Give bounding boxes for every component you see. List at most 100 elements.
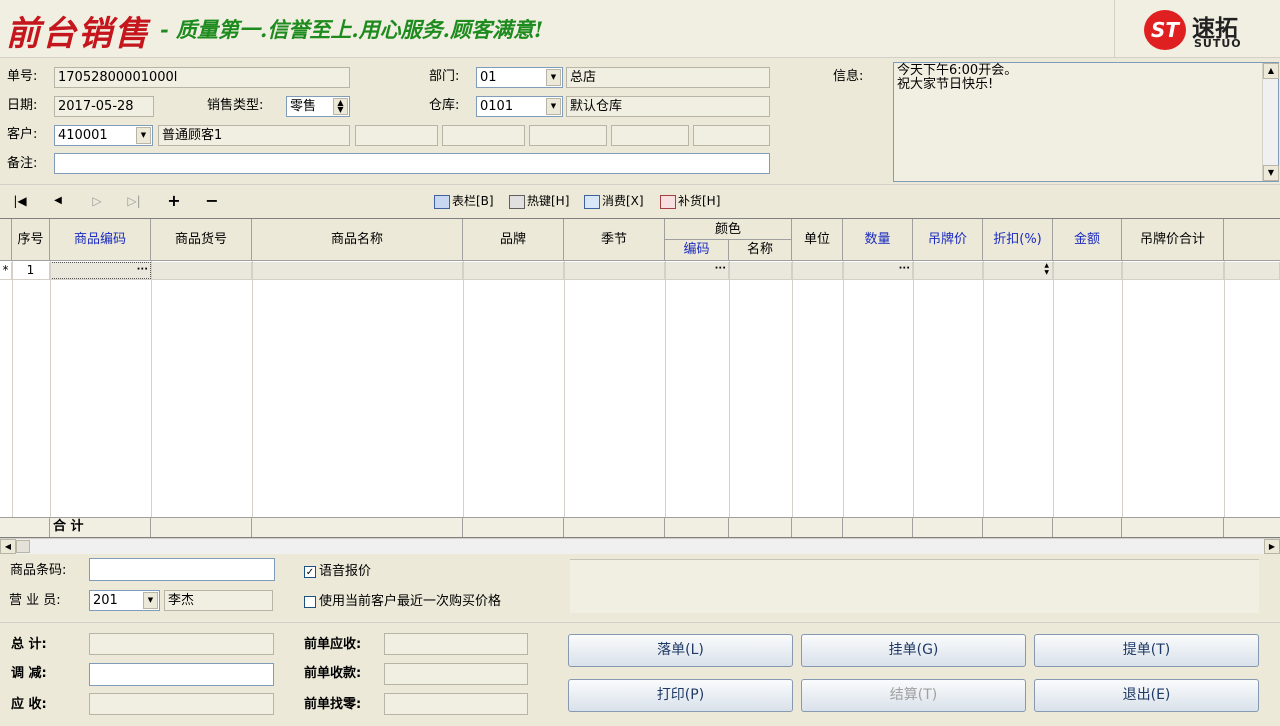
col-brand[interactable]: 品牌	[463, 219, 564, 261]
note-input[interactable]	[54, 153, 770, 174]
dept-combo[interactable]: 01 ▼	[476, 67, 563, 88]
prev-paid-field	[384, 663, 528, 685]
customer-extra-field	[355, 125, 438, 146]
last-price-checkbox[interactable]	[304, 596, 316, 608]
settle-button[interactable]: 结算(T)	[801, 679, 1026, 712]
scroll-up-icon[interactable]: ▲	[1263, 63, 1279, 79]
date-field[interactable]: 2017-05-28	[54, 96, 154, 117]
col-name[interactable]: 商品名称	[252, 219, 463, 261]
col-sku[interactable]: 商品货号	[151, 219, 252, 261]
col-unit[interactable]: 单位	[792, 219, 843, 261]
col-tag-total[interactable]: 吊牌价合计	[1122, 219, 1224, 261]
col-season[interactable]: 季节	[564, 219, 665, 261]
hold-order-button[interactable]: 挂单(G)	[801, 634, 1026, 667]
cell-amount[interactable]	[1053, 262, 1122, 279]
col-color-code[interactable]: 编码	[665, 240, 729, 261]
row-seq: 1	[12, 262, 50, 279]
grid-line	[665, 261, 666, 517]
total-label: 总 计:	[11, 637, 47, 652]
customer-label: 客户:	[7, 127, 38, 142]
customer-extra-field	[611, 125, 689, 146]
cell-color-name[interactable]	[729, 262, 792, 279]
col-color[interactable]: 颜色	[665, 219, 792, 240]
dropdown-arrow-icon[interactable]: ▼	[546, 98, 561, 115]
dropdown-arrow-icon[interactable]: ▼	[546, 69, 561, 86]
note-label: 备注:	[7, 156, 38, 171]
salesperson-label: 营 业 员:	[9, 593, 61, 608]
scroll-right-icon[interactable]: ▶	[1264, 539, 1280, 554]
cell-tag-price[interactable]	[913, 262, 983, 279]
grid-line	[1053, 261, 1054, 517]
info-scrollbar[interactable]: ▲ ▼	[1262, 63, 1279, 181]
add-row-icon[interactable]: +	[166, 193, 182, 209]
ellipsis-icon[interactable]: ···	[715, 262, 726, 277]
col-seq[interactable]: 序号	[12, 219, 50, 261]
cell-season[interactable]	[564, 262, 665, 279]
customer-extra-field	[529, 125, 607, 146]
prev-paid-label: 前单收款:	[304, 666, 362, 681]
col-amount[interactable]: 金额	[1053, 219, 1122, 261]
info-textarea[interactable]: 今天下午6:00开会。 祝大家节日快乐!	[893, 62, 1279, 182]
scroll-left-icon[interactable]: ◀	[0, 539, 16, 554]
dropdown-arrow-icon[interactable]: ▼	[136, 127, 151, 144]
cell-code-active[interactable]: ···	[50, 262, 151, 279]
first-record-icon[interactable]: |◀	[12, 193, 28, 209]
table-row[interactable]: * 1 ··· ··· ··· ▲ ▼	[0, 262, 1280, 280]
grid-line	[1122, 261, 1123, 517]
next-record-icon[interactable]: ▷	[89, 193, 105, 209]
dropdown-arrow-icon[interactable]: ▼	[143, 592, 158, 609]
scroll-thumb[interactable]	[16, 540, 30, 553]
total-cell	[564, 518, 665, 537]
grid-hscrollbar[interactable]: ◀ ▶	[0, 538, 1280, 554]
warehouse-name-field: 默认仓库	[566, 96, 770, 117]
order-no-field[interactable]: 17052800001000l	[54, 67, 350, 88]
customer-combo[interactable]: 410001 ▼	[54, 125, 153, 146]
receivable-field	[89, 693, 274, 715]
cell-brand[interactable]	[463, 262, 564, 279]
hotkey-button[interactable]: 热键[H]	[509, 192, 569, 210]
retrieve-order-button[interactable]: 提单(T)	[1034, 634, 1259, 667]
ellipsis-icon[interactable]: ···	[137, 263, 148, 278]
dept-label: 部门:	[429, 69, 460, 84]
cell-discount[interactable]: ▲ ▼	[983, 262, 1053, 279]
col-code[interactable]: 商品编码	[50, 219, 151, 261]
delete-row-icon[interactable]: −	[204, 193, 220, 209]
voice-checkbox[interactable]: ✓	[304, 566, 316, 578]
consume-button[interactable]: 消费[X]	[584, 192, 644, 210]
cell-color-code[interactable]: ···	[665, 262, 729, 279]
product-grid[interactable]: 序号 商品编码 商品货号 商品名称 品牌 季节 颜色 编码 名称 单位 数量 吊…	[0, 218, 1280, 538]
cell-name[interactable]	[252, 262, 463, 279]
col-tag-price[interactable]: 吊牌价	[913, 219, 983, 261]
cell-qty[interactable]: ···	[843, 262, 913, 279]
cell-sku[interactable]	[151, 262, 252, 279]
scroll-down-icon[interactable]: ▼	[1263, 165, 1279, 181]
divider	[0, 184, 1280, 185]
sale-type-select[interactable]: 零售 ▲ ▼	[286, 96, 350, 117]
col-discount[interactable]: 折扣(%)	[983, 219, 1053, 261]
cell-unit[interactable]	[792, 262, 843, 279]
print-button[interactable]: 打印(P)	[568, 679, 793, 712]
exit-button[interactable]: 退出(E)	[1034, 679, 1259, 712]
barcode-input[interactable]	[89, 558, 275, 581]
grid-line	[252, 261, 253, 517]
columns-button[interactable]: 表栏[B]	[434, 192, 494, 210]
col-color-name[interactable]: 名称	[729, 240, 792, 261]
drop-order-button[interactable]: 落单(L)	[568, 634, 793, 667]
salesperson-combo[interactable]: 201 ▼	[89, 590, 160, 611]
prev-change-field	[384, 693, 528, 715]
last-record-icon[interactable]: ▷|	[126, 193, 142, 209]
spinner-icon[interactable]: ▲ ▼	[1044, 262, 1049, 276]
ellipsis-icon[interactable]: ···	[899, 262, 910, 277]
warehouse-combo[interactable]: 0101 ▼	[476, 96, 563, 117]
prev-record-icon[interactable]: ◀	[50, 193, 66, 209]
spinner-icon[interactable]: ▲ ▼	[333, 98, 348, 115]
restock-button[interactable]: 补货[H]	[660, 192, 720, 210]
columns-label: 表栏[B]	[452, 194, 494, 208]
grid-line	[729, 261, 730, 517]
consume-label: 消费[X]	[602, 194, 644, 208]
adjust-input[interactable]	[89, 663, 274, 686]
col-qty[interactable]: 数量	[843, 219, 913, 261]
cell-tag-total[interactable]	[1122, 262, 1224, 279]
grid-line	[50, 261, 51, 517]
info-label: 信息:	[833, 69, 864, 84]
